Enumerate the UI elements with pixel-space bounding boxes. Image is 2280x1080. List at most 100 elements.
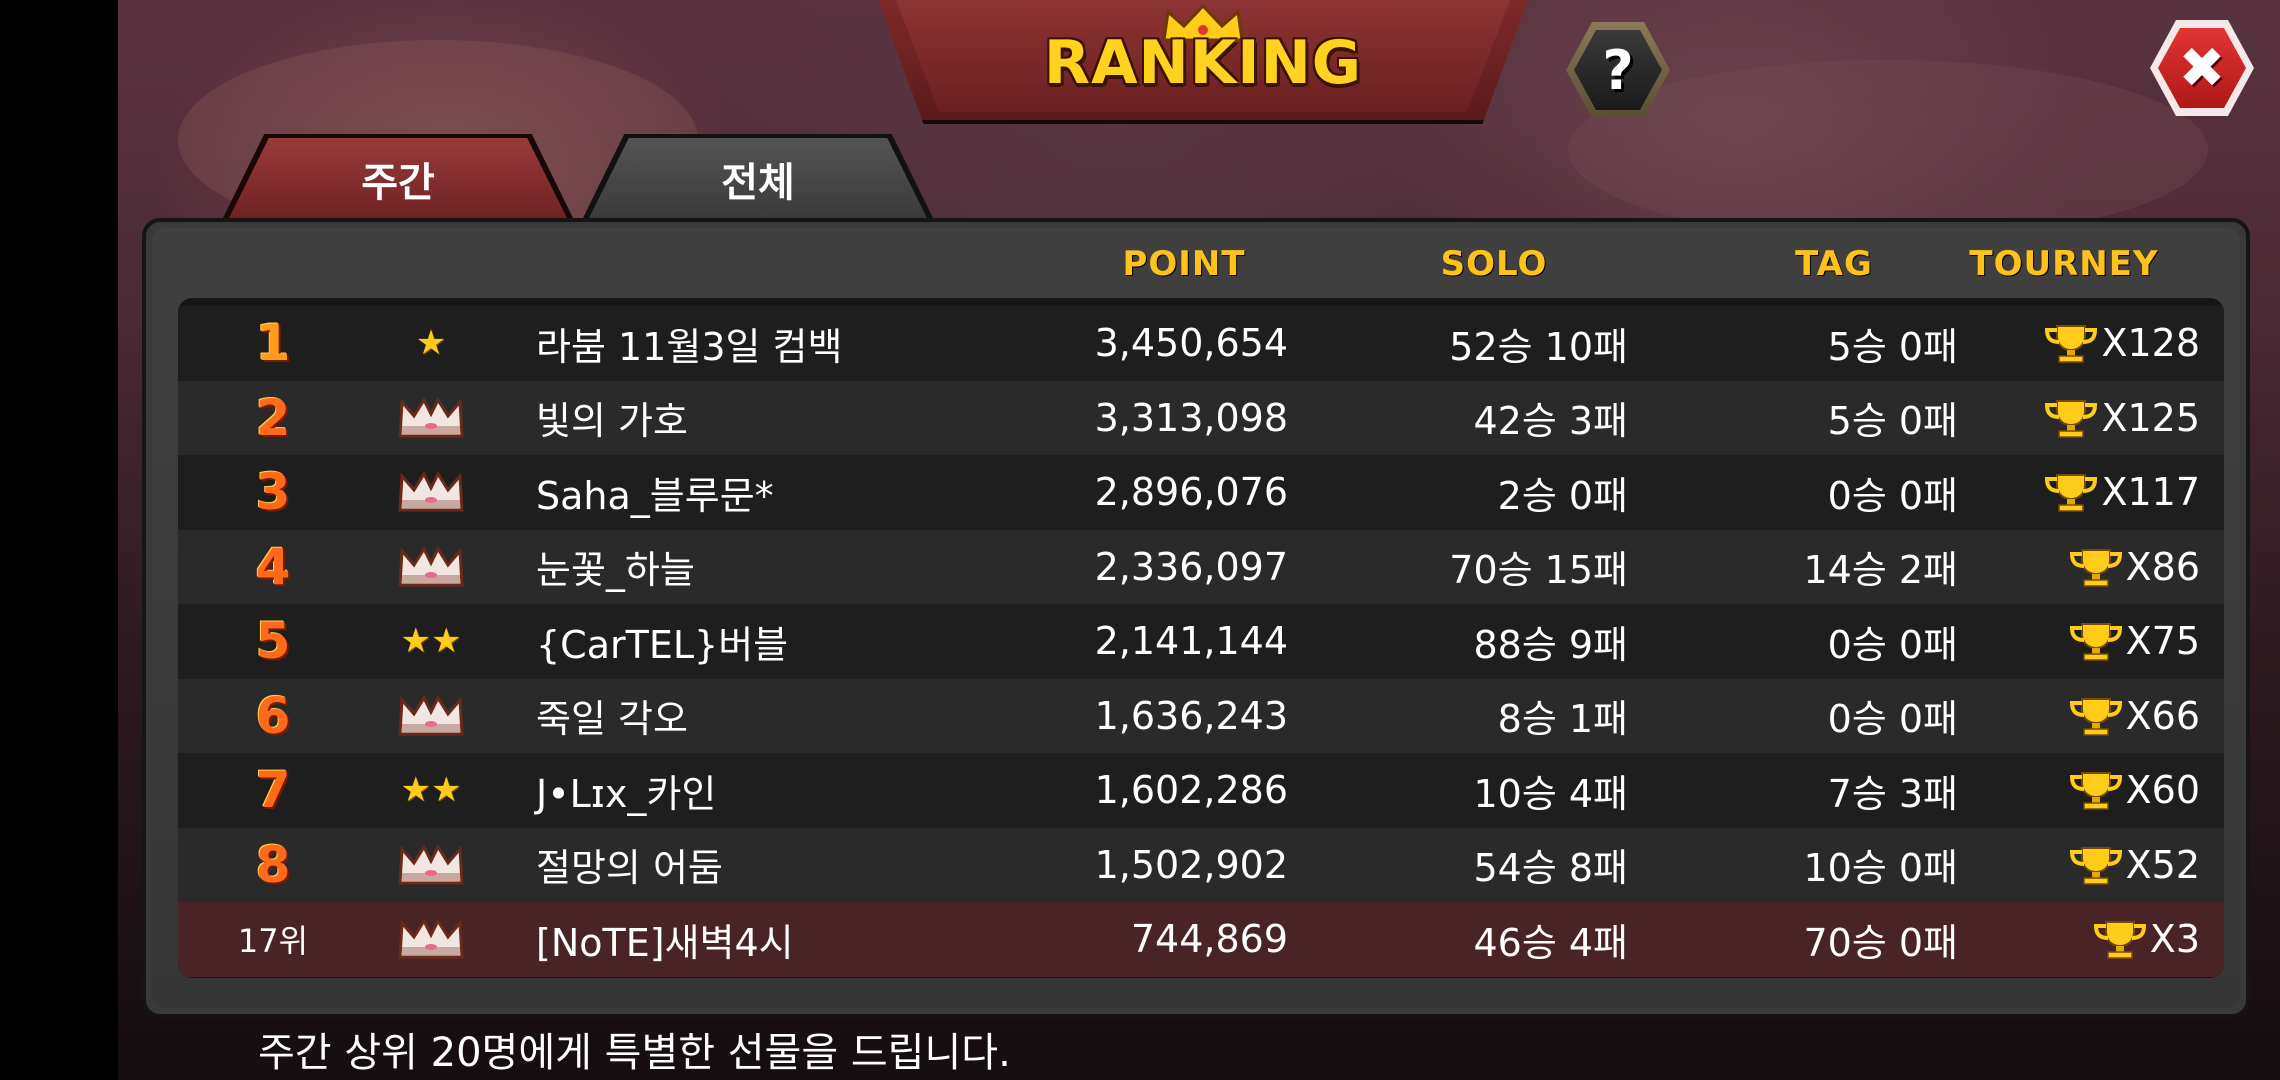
- tag-record: 5승 0패: [1827, 324, 1958, 369]
- player-name: 절망의 어둠: [536, 846, 723, 891]
- grade-badge: ★ ★: [356, 604, 506, 679]
- trophy-icon: [2093, 921, 2146, 959]
- crown-badge-icon: [398, 843, 464, 885]
- solo-record: 54승 8패: [1473, 846, 1628, 891]
- table-row[interactable]: 8 절망의 어둠 1,502,902 54승 8패 10승 0패 X52: [178, 827, 2224, 903]
- table-row[interactable]: 4 눈꽃_하늘 2,336,097 70승 15패 14승 2패 X86: [178, 529, 2224, 605]
- grade-badge: [356, 679, 506, 754]
- crown-badge-icon: [398, 694, 464, 736]
- tourney-count: X125: [1978, 381, 2200, 456]
- crown-badge-icon: [398, 471, 464, 512]
- star-icon: ★: [400, 770, 431, 811]
- player-name: {CarTEL}버블: [536, 622, 789, 667]
- tab-all[interactable]: 전체: [588, 138, 928, 220]
- help-icon: ?: [1574, 30, 1662, 110]
- rank-number: 7: [255, 761, 291, 820]
- tag-record: 70승 0패: [1803, 920, 1958, 965]
- footer-notice: 주간 상위 20명에게 특별한 선물을 드립니다.: [258, 1030, 1011, 1076]
- rank-number: 2: [255, 388, 291, 447]
- solo-record: 8승 1패: [1497, 697, 1628, 742]
- player-point: 1,502,902: [1094, 842, 1288, 887]
- player-name: 빛의 가호: [536, 399, 688, 444]
- table-row[interactable]: 1 ★ 라붐 11월3일 컴백 3,450,654 52승 10패 5승 0패 X128: [178, 306, 2224, 381]
- grade-badge: [356, 455, 506, 530]
- table-row[interactable]: 6 죽일 각오 1,636,243 8승 1패 0승 0패 X66: [178, 678, 2224, 754]
- player-point: 3,450,654: [1094, 321, 1288, 366]
- tag-record: 10승 0패: [1803, 846, 1958, 891]
- solo-record: 52승 10패: [1449, 324, 1628, 369]
- star-icon: ★: [431, 770, 462, 811]
- crown-badge-icon: [398, 545, 464, 587]
- solo-record: 88승 9패: [1473, 622, 1628, 667]
- trophy-icon: [2069, 772, 2122, 810]
- grade-badge: ★ ★: [356, 753, 506, 828]
- crown-badge-icon: [398, 918, 464, 959]
- grade-badge: [356, 902, 506, 977]
- rank-number: 5: [255, 612, 291, 671]
- trophy-icon: [2069, 548, 2122, 587]
- column-header-solo: SOLO: [1440, 244, 1548, 284]
- tourney-value: X75: [2125, 619, 2200, 664]
- close-button[interactable]: ✖: [2150, 20, 2254, 116]
- player-name: [NoTE]새벽4시: [536, 920, 794, 965]
- tourney-count: X75: [1978, 604, 2200, 679]
- player-point: 1,636,243: [1094, 693, 1288, 738]
- close-icon: ✖: [2158, 28, 2246, 108]
- column-header-point: POINT: [1122, 244, 1246, 284]
- trophy-icon: [2045, 399, 2098, 438]
- tab-weekly[interactable]: 주간: [228, 138, 568, 220]
- tourney-value: X86: [2125, 544, 2200, 589]
- my-rank-row[interactable]: 17위 [NoTE]새벽4시 744,869 46승 4패 70승 0패 X3: [178, 902, 2224, 977]
- tourney-value: X3: [2149, 917, 2200, 962]
- tourney-value: X125: [2101, 395, 2200, 440]
- tourney-value: X52: [2125, 842, 2200, 887]
- rank-number: 3: [255, 463, 291, 522]
- tourney-value: X60: [2125, 768, 2200, 813]
- player-name: 눈꽃_하늘: [536, 548, 695, 593]
- tag-record: 7승 3패: [1827, 771, 1958, 816]
- column-header-tourney: TOURNEY: [1969, 244, 2159, 284]
- solo-record: 42승 3패: [1473, 399, 1628, 444]
- grade-badge: [356, 828, 506, 903]
- trophy-icon: [2069, 697, 2122, 736]
- trophy-icon: [2069, 623, 2122, 661]
- player-name: Saha_블루문*: [536, 473, 774, 518]
- grade-badge: [356, 381, 506, 456]
- background-art-right: [1568, 60, 2208, 240]
- player-point: 744,869: [1130, 917, 1288, 962]
- solo-record: 10승 4패: [1473, 771, 1628, 816]
- table-row[interactable]: 2 빛의 가호 3,313,098 42승 3패 5승 0패 X125: [178, 380, 2224, 456]
- trophy-icon: [2045, 474, 2098, 512]
- tourney-count: X128: [1978, 306, 2200, 381]
- rank-number: 4: [255, 537, 291, 596]
- player-name: J•Lɪx_카인: [536, 771, 717, 816]
- player-point: 1,602,286: [1094, 768, 1288, 813]
- player-point: 3,313,098: [1094, 395, 1288, 440]
- grade-badge: ★: [356, 306, 506, 381]
- ranking-screen: RANKING ? ✖ 주간 전체 POINT SOLO TAG TOURNEY…: [118, 0, 2280, 1080]
- table-row[interactable]: 3 Saha_블루문* 2,896,076 2승 0패 0승 0패 X117: [178, 455, 2224, 530]
- ranking-list[interactable]: 1 ★ 라붐 11월3일 컴백 3,450,654 52승 10패 5승 0패 X128 2 빛…: [178, 298, 2224, 978]
- rank-number: 6: [255, 686, 291, 745]
- table-row[interactable]: 7 ★ ★ J•Lɪx_카인 1,602,286 10승 4패 7승 3패 X60: [178, 753, 2224, 828]
- tourney-count: X66: [1978, 679, 2200, 754]
- solo-record: 46승 4패: [1473, 920, 1628, 965]
- player-name: 죽일 각오: [536, 697, 688, 742]
- star-icon: ★: [431, 621, 462, 662]
- page-title: RANKING: [1043, 28, 1363, 98]
- tag-record: 0승 0패: [1827, 473, 1958, 518]
- rank-number: 1: [255, 314, 291, 373]
- tourney-count: X52: [1978, 828, 2200, 903]
- tag-record: 14승 2패: [1803, 548, 1958, 593]
- player-point: 2,896,076: [1094, 470, 1288, 515]
- table-row[interactable]: 5 ★ ★ {CarTEL}버블 2,141,144 88승 9패 0승 0패 X75: [178, 604, 2224, 679]
- tourney-count: X3: [1978, 902, 2200, 977]
- trophy-icon: [2045, 325, 2098, 363]
- player-point: 2,336,097: [1094, 544, 1288, 589]
- tourney-value: X66: [2125, 693, 2200, 738]
- tag-record: 0승 0패: [1827, 697, 1958, 742]
- crown-badge-icon: [398, 396, 464, 438]
- rank-number: 8: [255, 835, 291, 894]
- rank-number: 17위: [237, 922, 309, 961]
- grade-badge: [356, 530, 506, 605]
